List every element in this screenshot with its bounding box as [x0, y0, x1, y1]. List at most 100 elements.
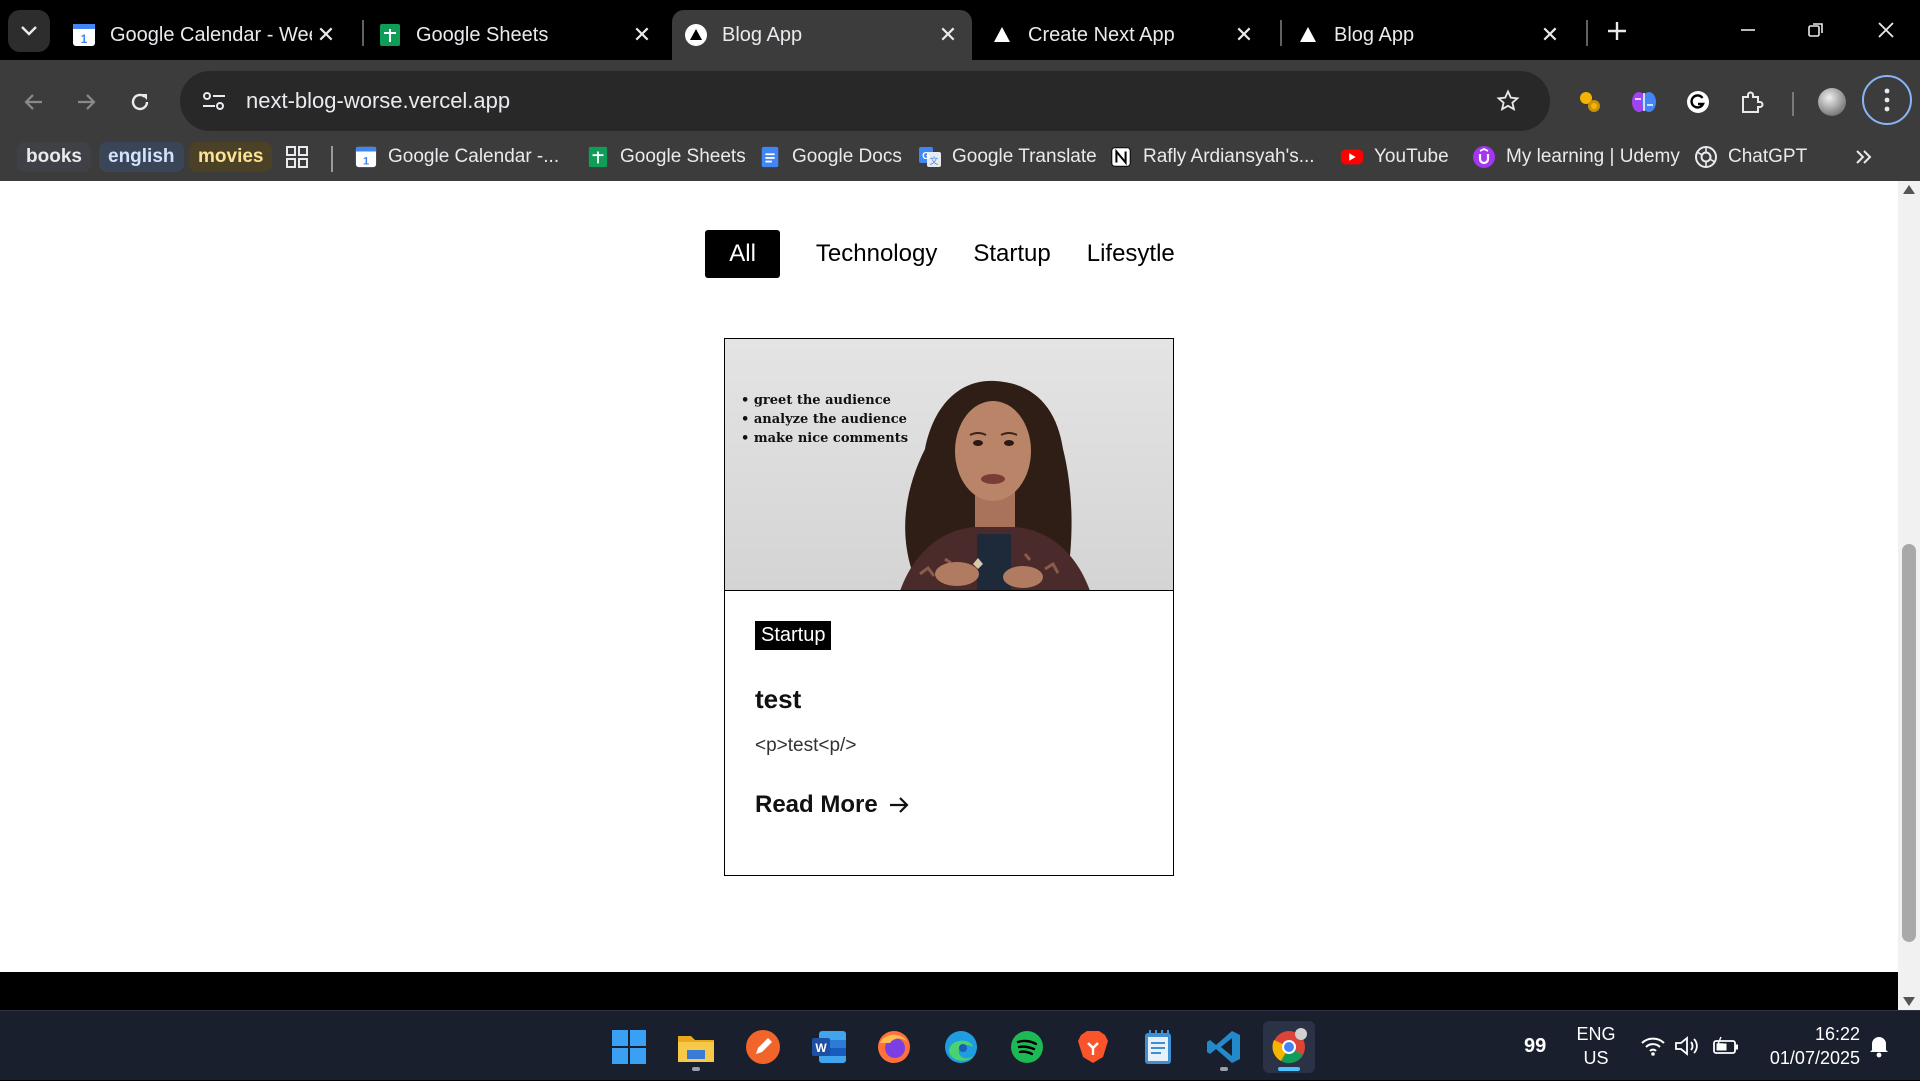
battery-status[interactable]: [1712, 1011, 1740, 1081]
address-bar[interactable]: next-blog-worse.vercel.app: [180, 71, 1550, 131]
bookmark-google-docs[interactable]: Google Docs: [758, 140, 902, 174]
restore-button[interactable]: [1794, 10, 1838, 50]
volume-status[interactable]: [1674, 1011, 1700, 1081]
back-button[interactable]: [12, 80, 56, 124]
tab-blog-app-active[interactable]: Blog App ✕: [672, 10, 972, 60]
tab-google-sheets[interactable]: Google Sheets ✕: [366, 10, 666, 60]
bookmark-group-english[interactable]: english: [99, 142, 184, 172]
bookmark-chatgpt[interactable]: ChatGPT: [1694, 140, 1807, 174]
extensions-puzzle-icon[interactable]: [1730, 80, 1774, 124]
taskbar-file-explorer[interactable]: [670, 1021, 722, 1073]
tab-create-next-app[interactable]: Create Next App ✕: [978, 10, 1268, 60]
notepad-icon: [1145, 1030, 1171, 1064]
bookmark-udemy[interactable]: My learning | Udemy: [1472, 140, 1680, 174]
wifi-icon: [1641, 1037, 1665, 1056]
close-tab-icon[interactable]: ✕: [1230, 21, 1258, 49]
restore-icon: [1808, 23, 1823, 37]
extension-brain-icon[interactable]: [1622, 80, 1666, 124]
tab-title: Google Calendar - Week: [110, 23, 312, 46]
browser-menu-button[interactable]: [1862, 75, 1912, 125]
bookmark-star-icon[interactable]: [1486, 79, 1530, 123]
bookmark-google-translate[interactable]: G文 Google Translate: [918, 140, 1097, 174]
extension-coins-icon[interactable]: [1568, 80, 1612, 124]
wifi-status[interactable]: [1640, 1011, 1666, 1081]
bookmark-group-movies[interactable]: movies: [189, 142, 273, 172]
clock[interactable]: 16:22 01/07/2025: [1760, 1011, 1860, 1081]
file-explorer-icon: [678, 1036, 714, 1062]
brave-icon: [1078, 1031, 1108, 1063]
apps-button[interactable]: [286, 140, 308, 174]
taskbar-edge[interactable]: [935, 1021, 987, 1073]
forward-button[interactable]: [64, 80, 108, 124]
vscode-icon: [1207, 1031, 1240, 1063]
svg-text:W: W: [815, 1041, 827, 1055]
taskbar-word[interactable]: W: [803, 1021, 855, 1073]
minimize-icon: [1741, 29, 1755, 31]
clock-date: 01/07/2025: [1769, 1048, 1860, 1068]
filter-technology-button[interactable]: Technology: [798, 230, 955, 278]
close-tab-icon[interactable]: ✕: [934, 21, 962, 49]
bookmark-group-books[interactable]: books: [17, 142, 91, 172]
youtube-icon: [1340, 145, 1364, 169]
bookmark-google-sheets[interactable]: Google Sheets: [586, 140, 746, 174]
blog-card-image[interactable]: greet the audience analyze the audience …: [725, 339, 1173, 591]
close-window-button[interactable]: [1864, 10, 1908, 50]
running-indicator: [1220, 1067, 1228, 1071]
blog-card[interactable]: greet the audience analyze the audience …: [724, 338, 1174, 876]
taskbar-notepad[interactable]: [1132, 1021, 1184, 1073]
site-settings-icon[interactable]: [190, 77, 238, 125]
page-footer: [0, 972, 1898, 1010]
battery-charging-icon: [1713, 1036, 1738, 1054]
page-scrollbar[interactable]: [1898, 181, 1920, 1010]
start-button[interactable]: [603, 1021, 655, 1073]
udemy-icon: [1472, 145, 1496, 169]
running-indicator: [692, 1067, 700, 1071]
taskbar-firefox[interactable]: [868, 1021, 920, 1073]
profile-avatar-icon[interactable]: [1810, 80, 1854, 124]
bookmark-label: Google Translate: [952, 146, 1097, 167]
read-more-link[interactable]: Read More: [755, 791, 1143, 819]
tab-search-button[interactable]: [8, 10, 50, 52]
word-icon: W: [812, 1031, 846, 1063]
filter-all-button[interactable]: All: [705, 230, 780, 278]
plus-icon: [1608, 22, 1626, 40]
taskbar-spotify[interactable]: [1001, 1021, 1053, 1073]
url-text[interactable]: next-blog-worse.vercel.app: [246, 88, 1486, 114]
firefox-icon: [878, 1031, 910, 1063]
minimize-button[interactable]: [1726, 10, 1770, 50]
read-more-label: Read More: [755, 791, 878, 818]
bookmark-youtube[interactable]: YouTube: [1340, 140, 1449, 174]
notification-bell-icon: [1870, 1037, 1888, 1058]
more-bookmarks-button[interactable]: [1854, 140, 1874, 174]
notification-count[interactable]: 99: [1524, 1011, 1546, 1081]
close-tab-icon[interactable]: ✕: [1536, 21, 1564, 49]
language-indicator[interactable]: ENG US: [1577, 1011, 1616, 1081]
close-tab-icon[interactable]: ✕: [312, 21, 340, 49]
bookmark-google-calendar[interactable]: 1 Google Calendar -...: [354, 140, 559, 174]
apps-grid-icon: [286, 146, 308, 168]
windows-start-icon: [612, 1030, 646, 1064]
spotify-icon: [1011, 1031, 1043, 1063]
post-excerpt: <p>test<p/>: [755, 735, 857, 756]
tab-google-calendar[interactable]: 1 Google Calendar - Week ✕: [60, 10, 350, 60]
bookmark-label: ChatGPT: [1728, 146, 1808, 167]
taskbar-chrome[interactable]: [1263, 1021, 1315, 1073]
filter-startup-button[interactable]: Startup: [955, 230, 1068, 278]
post-title[interactable]: test: [755, 684, 1143, 715]
reload-button[interactable]: [118, 80, 162, 124]
extension-grammarly-icon[interactable]: [1676, 80, 1720, 124]
scroll-up-arrow-icon[interactable]: [1903, 185, 1915, 194]
new-tab-button[interactable]: [1600, 14, 1634, 48]
taskbar-brave[interactable]: [1067, 1021, 1119, 1073]
bookmark-notion[interactable]: Rafly Ardiansyah's...: [1109, 140, 1315, 174]
tab-blog-app[interactable]: Blog App ✕: [1284, 10, 1574, 60]
scroll-down-arrow-icon[interactable]: [1903, 997, 1915, 1006]
taskbar-pen-app[interactable]: [737, 1021, 789, 1073]
scrollbar-thumb[interactable]: [1902, 544, 1916, 942]
reload-icon: [131, 93, 149, 111]
notifications-button[interactable]: [1866, 1011, 1892, 1081]
close-tab-icon[interactable]: ✕: [628, 21, 656, 49]
tab-title: Blog App: [1334, 23, 1415, 46]
filter-lifestyle-button[interactable]: Lifesytle: [1069, 230, 1193, 278]
taskbar-vscode[interactable]: [1198, 1021, 1250, 1073]
